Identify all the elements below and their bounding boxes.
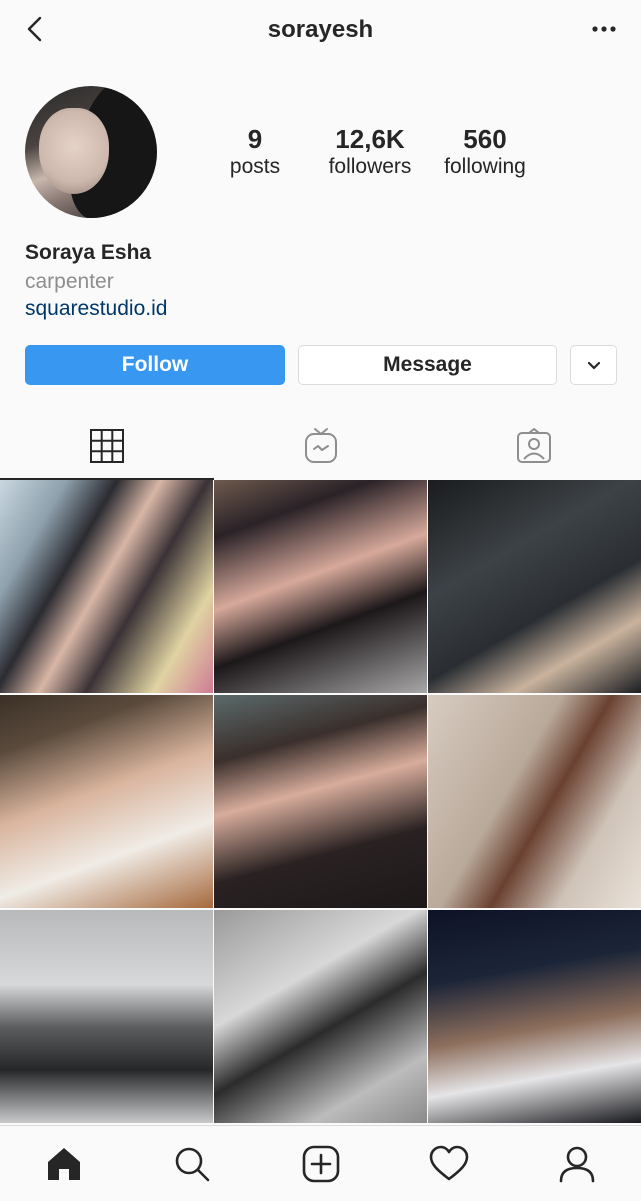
heart-icon [429, 1145, 469, 1180]
suggested-accounts-dropdown-button[interactable] [570, 345, 617, 385]
post-thumbnail[interactable] [214, 480, 427, 693]
post-thumbnail[interactable] [0, 480, 213, 693]
home-icon [48, 1147, 81, 1180]
following-count: 560 [463, 124, 507, 154]
profile-avatar[interactable] [25, 86, 157, 218]
tab-posts-grid[interactable] [0, 412, 214, 480]
post-thumbnail[interactable] [428, 695, 641, 908]
followers-label: followers [328, 155, 412, 178]
followers-count: 12,6K [335, 124, 405, 154]
profile-website-link[interactable]: squarestudio.id [25, 297, 167, 321]
post-thumbnail[interactable] [0, 910, 213, 1123]
top-bar: sorayesh [0, 0, 641, 60]
posts-count: 9 [247, 124, 263, 154]
stat-following[interactable]: 560 following [430, 124, 540, 180]
nav-home[interactable] [0, 1126, 128, 1201]
posts-grid [0, 480, 641, 1123]
nav-activity[interactable] [385, 1126, 513, 1201]
igtv-icon [304, 428, 337, 463]
nav-new-post[interactable] [256, 1126, 384, 1201]
profile-icon [559, 1146, 595, 1182]
posts-label: posts [229, 155, 281, 178]
stat-posts[interactable]: 9 posts [200, 124, 310, 180]
post-thumbnail[interactable] [428, 910, 641, 1123]
follow-button[interactable]: Follow [25, 345, 285, 385]
profile-username-title: sorayesh [267, 16, 374, 43]
profile-tabs [0, 412, 641, 480]
nav-search[interactable] [128, 1126, 256, 1201]
post-thumbnail[interactable] [214, 695, 427, 908]
grid-icon [89, 429, 124, 463]
following-label: following [444, 155, 526, 178]
tab-tagged[interactable] [427, 412, 641, 480]
tab-igtv[interactable] [214, 412, 428, 480]
post-thumbnail[interactable] [428, 480, 641, 693]
back-arrow-icon[interactable] [22, 14, 52, 44]
more-options-icon[interactable] [589, 14, 619, 44]
chevron-down-icon [587, 361, 600, 370]
profile-full-name: Soraya Esha [25, 241, 152, 264]
stat-followers[interactable]: 12,6K followers [315, 124, 425, 180]
profile-stats: 9 posts 12,6K followers 560 following [200, 124, 540, 180]
bottom-navigation [0, 1125, 641, 1201]
tagged-icon [517, 428, 552, 463]
message-button[interactable]: Message [298, 345, 557, 385]
add-post-icon [302, 1145, 339, 1182]
post-thumbnail[interactable] [214, 910, 427, 1123]
profile-bio: carpenter [25, 270, 114, 293]
post-thumbnail[interactable] [0, 695, 213, 908]
nav-profile[interactable] [513, 1126, 641, 1201]
search-icon [175, 1147, 210, 1181]
